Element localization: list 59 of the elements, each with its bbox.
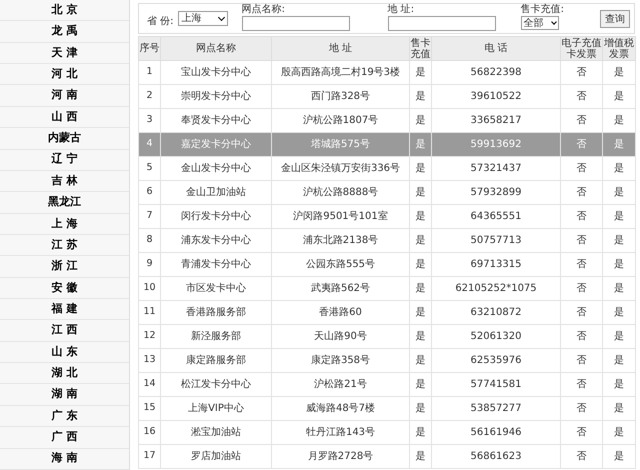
- card-recharge-select[interactable]: 全部: [520, 16, 559, 30]
- chevron-icon: [550, 19, 556, 25]
- table-cell: 是: [410, 444, 432, 468]
- table-row[interactable]: 11 香港路服务部 香港路60 是 63210872 否 是: [138, 300, 636, 324]
- province-link[interactable]: 龙 禹: [0, 21, 129, 43]
- column-header: 地 址: [272, 36, 410, 60]
- province-link[interactable]: 上 海: [0, 214, 129, 235]
- table-row[interactable]: 8 浦东发卡分中心 浦东北路2138号 是 50757713 否 是: [138, 228, 636, 252]
- province-link[interactable]: 湖 南: [0, 384, 129, 406]
- table-row[interactable]: 5 金山发卡分中心 金山区朱泾镇万安街336号 是 57321437 否 是: [138, 156, 636, 180]
- address-label: 地 址:: [388, 4, 416, 16]
- province-label: 省 份:: [147, 14, 174, 29]
- table-cell: 56861623: [432, 444, 560, 468]
- province-link[interactable]: 天 津: [0, 42, 129, 64]
- province-link[interactable]: 海 南: [0, 448, 129, 470]
- province-link[interactable]: 安 徽: [0, 278, 129, 300]
- table-cell: 否: [560, 444, 602, 468]
- province-link[interactable]: 江 西: [0, 320, 129, 342]
- card-recharge-label: 售卡充值:: [520, 4, 564, 16]
- province-link[interactable]: 内蒙古: [0, 128, 129, 150]
- province-link[interactable]: 河 北: [0, 64, 129, 86]
- table-row[interactable]: 10 市区发卡中心 武夷路562号 是 62105252*1075 否 是: [138, 276, 636, 300]
- province-link[interactable]: 广 西: [0, 427, 129, 449]
- province-link[interactable]: 浙 江: [0, 256, 129, 278]
- table-row[interactable]: 16 淞宝加油站 牡丹江路143号 是 56161946 否 是: [138, 420, 636, 444]
- province-link[interactable]: 江 苏: [0, 234, 129, 256]
- outlet-name-label: 网点名称:: [242, 4, 286, 16]
- province-link[interactable]: 北 京: [0, 0, 129, 22]
- province-link[interactable]: 湖 北: [0, 363, 129, 384]
- province-link[interactable]: 广 东: [0, 406, 129, 428]
- outlet-name-field[interactable]: [242, 16, 350, 31]
- table-cell: 月罗路2728号: [272, 444, 410, 468]
- table-row[interactable]: 13 康定路服务部 康定路358号 是 62535976 否 是: [138, 348, 636, 372]
- province-link[interactable]: 辽 宁: [0, 150, 129, 171]
- table-row[interactable]: 12 新泾服务部 天山路90号 是 52061320 否 是: [138, 324, 636, 348]
- province-link[interactable]: 福 建: [0, 299, 129, 320]
- table-cell: 17: [138, 444, 160, 468]
- search-button[interactable]: 查询: [600, 10, 630, 28]
- province-link[interactable]: 黑龙江: [0, 192, 129, 214]
- table-row[interactable]: 2 崇明发卡分中心 西门路328号 是 39610522 否 是: [138, 84, 636, 108]
- table-row[interactable]: 14 松江发卡分中心 沪松路21号 是 57741581 否 是: [138, 372, 636, 396]
- table-row[interactable]: 7 闵行发卡分中心 沪闵路9501号101室 是 64365551 否 是: [138, 204, 636, 228]
- column-header: 网点名称: [160, 36, 272, 60]
- table-row[interactable]: 6 金山卫加油站 沪杭公路8888号 是 57932899 否 是: [138, 180, 636, 204]
- table-row[interactable]: 3 奉贤发卡分中心 沪杭公路1807号 是 33658217 否 是: [138, 108, 636, 132]
- province-link[interactable]: 山 东: [0, 342, 129, 364]
- column-header: 电 话: [432, 36, 560, 60]
- province-link[interactable]: 河 南: [0, 85, 129, 107]
- province-link[interactable]: 吉 林: [0, 170, 129, 192]
- table-row[interactable]: 17 罗店加油站 月罗路2728号 是 56861623 否 是: [138, 444, 636, 468]
- table-row[interactable]: 1 宝山发卡分中心 殷高西路高境二村19号3楼 是 56822398 否 是: [138, 60, 636, 84]
- table-row[interactable]: 15 上海VIP中心 威海路48号7楼 是 53857277 否 是: [138, 396, 636, 420]
- province-select[interactable]: 上海: [178, 11, 228, 26]
- column-header: 序号: [138, 36, 160, 60]
- table-cell: 是: [602, 444, 636, 468]
- province-link[interactable]: 山 西: [0, 106, 129, 128]
- table-row[interactable]: 9 青浦发卡分中心 公园东路555号 是 69713315 否 是: [138, 252, 636, 276]
- table-cell: 罗店加油站: [160, 444, 272, 468]
- address-field[interactable]: [388, 16, 496, 31]
